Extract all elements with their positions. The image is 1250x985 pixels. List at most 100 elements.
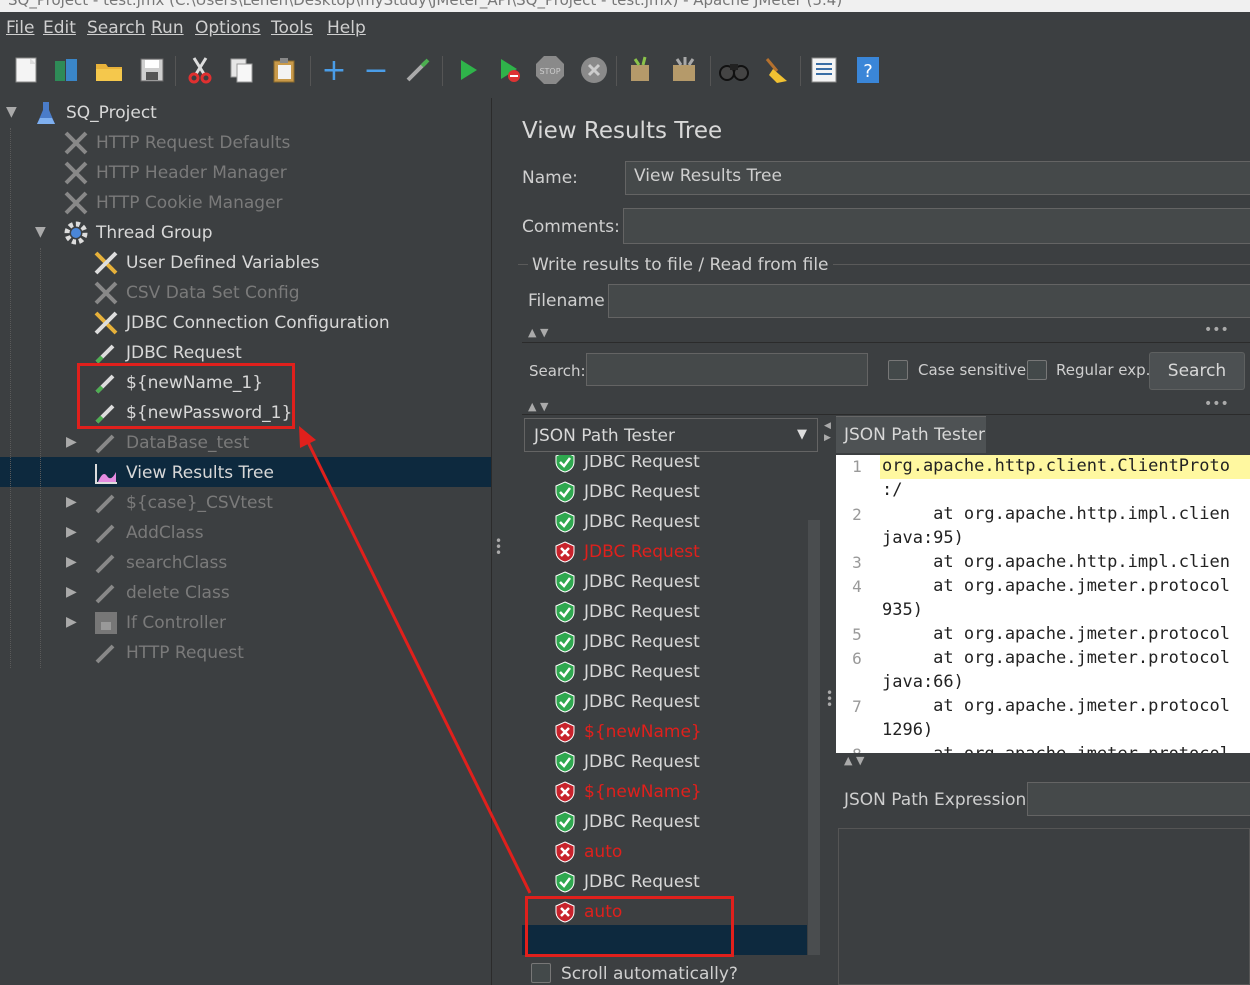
result-item[interactable]: ${newName} — [522, 777, 807, 807]
result-item[interactable]: ${newName} — [522, 717, 807, 747]
result-item[interactable]: JDBC Request — [522, 507, 807, 537]
tree-item-database-test[interactable]: DataBase_test — [92, 428, 249, 458]
help-icon[interactable]: ? — [852, 54, 884, 86]
result-item[interactable]: JDBC Request — [522, 455, 807, 477]
tree-item-csv-data-set-config[interactable]: CSV Data Set Config — [92, 278, 300, 308]
tree-item-case-csvtest[interactable]: ${case}_CSVtest — [92, 488, 273, 518]
results-scrollbar[interactable] — [808, 520, 820, 955]
result-item[interactable]: JDBC Request — [522, 807, 807, 837]
split-divider[interactable]: • • • — [491, 98, 506, 985]
search-binoculars-icon[interactable] — [718, 54, 750, 86]
stop-icon[interactable]: STOP — [534, 54, 566, 86]
success-shield-icon — [555, 751, 575, 773]
chevron-right-icon[interactable]: ▶ — [66, 614, 77, 630]
clear-icon[interactable] — [624, 54, 656, 86]
shutdown-icon[interactable] — [578, 54, 610, 86]
paste-icon[interactable] — [268, 54, 300, 86]
tree-item-searchclass[interactable]: searchClass — [92, 548, 227, 578]
comments-field[interactable] — [623, 208, 1250, 244]
listener-chart-icon — [92, 459, 120, 487]
scroll-automatically-checkbox[interactable] — [531, 963, 551, 983]
tree-item-http-cookie-manager[interactable]: HTTP Cookie Manager — [62, 188, 283, 218]
chevron-right-icon[interactable]: ▶ — [66, 434, 77, 450]
menu-file[interactable]: File — [6, 18, 34, 38]
chevron-down-icon[interactable]: ▼ — [35, 224, 46, 240]
copy-icon[interactable] — [226, 54, 258, 86]
start-icon[interactable] — [452, 54, 484, 86]
clear-all-icon[interactable] — [668, 54, 700, 86]
success-shield-icon — [555, 811, 575, 833]
start-no-pauses-icon[interactable] — [494, 54, 526, 86]
result-label: JDBC Request — [584, 812, 700, 832]
tab-json-path-tester[interactable]: JSON Path Tester — [836, 416, 986, 453]
menu-help[interactable]: Help — [327, 18, 366, 38]
chevron-down-icon[interactable]: ▼ — [6, 104, 17, 120]
expand-all-icon[interactable]: + — [318, 53, 350, 88]
result-item[interactable]: JDBC Request — [522, 867, 807, 897]
result-item[interactable]: JDBC Request — [522, 627, 807, 657]
tree-root-sq-project[interactable]: SQ_Project — [32, 98, 157, 128]
result-item[interactable]: JDBC Request — [522, 747, 807, 777]
regular-exp-checkbox[interactable] — [1027, 360, 1047, 380]
tree-item-http-request[interactable]: HTTP Request — [92, 638, 244, 668]
tree-item-addclass[interactable]: AddClass — [92, 518, 204, 548]
toggle-icon[interactable] — [402, 54, 434, 86]
tree-item-http-header-manager[interactable]: HTTP Header Manager — [62, 158, 287, 188]
response-code-area[interactable]: 1 2 3 4 5 6 7 8 org.apache.http.client.ClientPro… — [836, 455, 1250, 753]
chevron-right-icon[interactable]: ▶ — [66, 584, 77, 600]
filename-field[interactable] — [608, 284, 1250, 318]
search-button[interactable]: Search — [1149, 352, 1245, 390]
tree-item-if-controller[interactable]: If Controller — [92, 608, 226, 638]
result-label: ${newName} — [584, 722, 702, 742]
result-item[interactable]: JDBC Request — [522, 477, 807, 507]
cut-icon[interactable] — [184, 54, 216, 86]
collapse-arrows-icon[interactable]: ▲ ▼ — [528, 326, 548, 339]
tree-item-view-results-tree[interactable]: View Results Tree — [92, 458, 274, 488]
chevron-right-icon[interactable]: ▶ — [66, 494, 77, 510]
more-dots-icon: ••• — [1204, 396, 1229, 412]
reset-search-broom-icon[interactable] — [760, 54, 792, 86]
success-shield-icon — [555, 601, 575, 623]
chevron-right-icon[interactable]: ▶ — [66, 554, 77, 570]
window-title-bar: SQ_Project - test.jmx (C:\Users\Lenen\De… — [0, 0, 1250, 12]
menu-search[interactable]: Search — [87, 18, 145, 38]
json-path-expression-input[interactable] — [1027, 782, 1250, 816]
result-item[interactable]: JDBC Request — [522, 567, 807, 597]
result-item[interactable]: JDBC Request — [522, 597, 807, 627]
success-shield-icon — [555, 631, 575, 653]
tree-item-delete-class[interactable]: delete Class — [92, 578, 230, 608]
save-icon[interactable] — [136, 54, 168, 86]
new-file-icon[interactable] — [10, 54, 42, 86]
result-item[interactable]: auto — [522, 837, 807, 867]
tree-item-jdbc-connection-configuration[interactable]: JDBC Connection Configuration — [92, 308, 390, 338]
templates-icon[interactable] — [50, 54, 82, 86]
function-helper-icon[interactable] — [808, 54, 840, 86]
tree-item-thread-group[interactable]: Thread Group — [62, 218, 213, 248]
annotation-box-results — [525, 896, 734, 957]
case-sensitive-checkbox[interactable] — [888, 360, 908, 380]
result-label: JDBC Request — [584, 455, 700, 472]
menu-options[interactable]: Options — [195, 18, 261, 38]
result-item[interactable]: JDBC Request — [522, 687, 807, 717]
collapse-arrows-icon[interactable]: ▲ ▼ — [844, 754, 864, 767]
splitter-arrows-icon[interactable]: ◀ ▶ — [824, 420, 831, 444]
chevron-right-icon[interactable]: ▶ — [66, 524, 77, 540]
controller-icon — [92, 609, 120, 637]
menu-edit[interactable]: Edit — [43, 18, 76, 38]
renderer-dropdown[interactable]: JSON Path Tester ▼ — [524, 418, 818, 452]
line-number: 3 — [852, 553, 862, 572]
tree-item-user-defined-variables[interactable]: User Defined Variables — [92, 248, 320, 278]
name-field[interactable]: View Results Tree — [625, 161, 1250, 195]
tree-item-http-request-defaults[interactable]: HTTP Request Defaults — [62, 128, 290, 158]
json-path-result-area[interactable] — [838, 828, 1250, 985]
collapse-arrows-icon[interactable]: ▲ ▼ — [528, 400, 548, 413]
search-input[interactable] — [586, 353, 868, 386]
menu-run[interactable]: Run — [151, 18, 184, 38]
menu-tools[interactable]: Tools — [271, 18, 313, 38]
config-wrench-icon — [92, 279, 120, 307]
filename-label: Filename — [528, 291, 605, 311]
result-item[interactable]: JDBC Request — [522, 657, 807, 687]
open-folder-icon[interactable] — [93, 54, 125, 86]
collapse-all-icon[interactable]: − — [360, 53, 392, 88]
result-item[interactable]: JDBC Request — [522, 537, 807, 567]
